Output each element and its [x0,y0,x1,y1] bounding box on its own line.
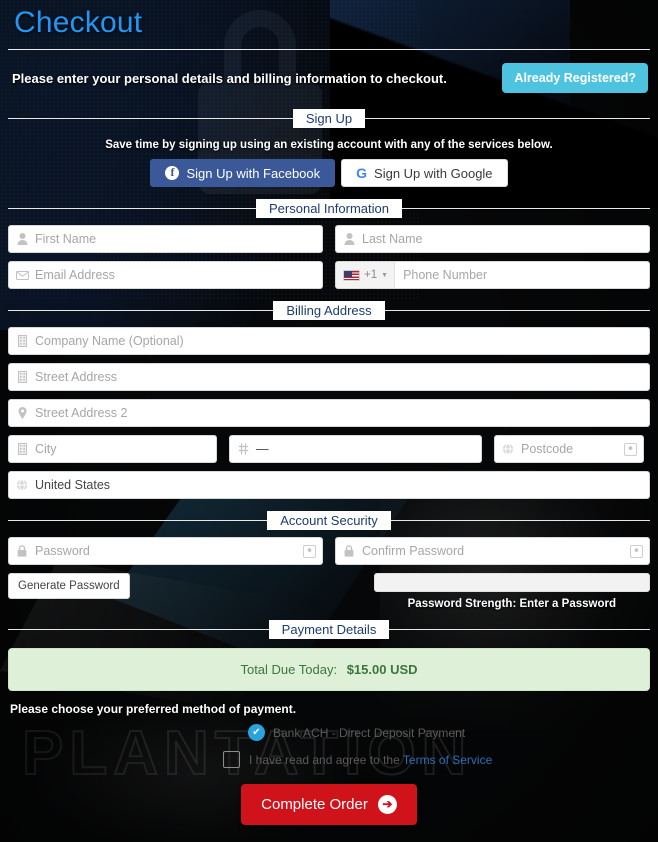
us-flag-icon [343,269,360,281]
radio-checked-icon: ✔ [248,724,265,741]
name-field-row: First Name Last Name [8,225,650,253]
section-label-personal-information: Personal Information [256,199,402,218]
section-divider-signup: Sign Up [8,109,650,128]
password-placeholder: Password [35,544,90,558]
password-strength-meter [373,573,650,592]
facebook-icon: f [165,166,180,180]
user-icon [9,233,35,245]
envelope-icon [9,270,35,280]
lock-icon [9,545,35,557]
autofill-key-icon[interactable]: ⁕ [624,442,637,456]
password-field-row: Password ⁕ Confirm Password ⁕ [8,537,650,565]
lock-icon [336,545,362,557]
terms-of-service-link[interactable]: Terms of Service [403,753,492,767]
first-name-placeholder: First Name [35,232,97,246]
section-divider-billing-address: Billing Address [8,301,650,320]
country-value: United States [35,478,111,492]
city-field[interactable]: City [8,435,217,463]
section-divider-payment-details: Payment Details [8,620,650,639]
password-tools-row: Generate Password Password Strength: Ent… [8,573,650,610]
country-field[interactable]: United States [8,471,650,499]
terms-agreement-row[interactable]: I have read and agree to the Terms of Se… [223,751,650,768]
street-address-field[interactable]: Street Address [8,363,650,391]
first-name-field[interactable]: First Name [8,225,323,253]
last-name-placeholder: Last Name [362,232,423,246]
google-icon: G [356,165,368,181]
street1-field-row: Street Address [8,363,650,391]
section-divider-account-security: Account Security [8,511,650,530]
city-state-postcode-row: City — Postcode ⁕ [8,435,650,463]
page-title: Checkout [14,6,143,39]
section-label-billing-address: Billing Address [273,301,385,320]
terms-label: I have read and agree to the Terms of Se… [249,753,492,767]
password-strength-text: Password Strength: Enter a Password [407,598,616,610]
intro-text: Please enter your personal details and b… [12,70,447,86]
company-name-placeholder: Company Name (Optional) [35,334,184,348]
terms-text: I have read and agree to the [249,752,400,767]
signup-google-label: Sign Up with Google [374,165,493,181]
generate-password-button[interactable]: Generate Password [8,573,130,599]
postcode-field[interactable]: Postcode ⁕ [494,435,644,463]
social-signup-row: f Sign Up with Facebook G Sign Up with G… [8,159,650,187]
signup-google-button[interactable]: G Sign Up with Google [341,159,508,187]
arrow-right-circle-icon: ➔ [377,795,397,814]
payment-method-bank-ach[interactable]: ✔ Bank ACH - Direct Deposit Payment [248,724,650,741]
postcode-placeholder: Postcode [521,442,574,456]
intro-row: Please enter your personal details and b… [8,50,650,105]
section-label-payment-details: Payment Details [268,620,390,639]
signup-facebook-button[interactable]: f Sign Up with Facebook [150,159,336,187]
country-field-row: United States [8,471,650,499]
section-label-account-security: Account Security [267,511,391,530]
building-icon [9,371,35,383]
complete-order-label: Complete Order [261,796,368,813]
complete-order-button[interactable]: Complete Order ➔ [241,784,417,825]
city-placeholder: City [35,442,57,456]
sliders-icon [230,443,256,455]
phone-dial-code: +1 [364,269,378,281]
last-name-field[interactable]: Last Name [335,225,650,253]
checkout-page: PLANTATION Checkout Please enter your pe… [0,0,658,842]
globe-icon [495,443,521,455]
state-value: — [256,442,269,456]
terms-checkbox[interactable] [223,751,240,768]
street2-field-row: Street Address 2 [8,399,650,427]
street-address-2-field[interactable]: Street Address 2 [8,399,650,427]
user-icon [336,233,362,245]
autofill-key-icon[interactable]: ⁕ [630,544,643,558]
section-divider-personal-information: Personal Information [8,199,650,218]
section-label-signup: Sign Up [292,109,366,128]
chevron-down-icon: ▼ [381,271,389,279]
state-field[interactable]: — [229,435,482,463]
payment-method-note: Please choose your preferred method of p… [10,702,297,716]
phone-country-selector[interactable]: +1 ▼ [336,262,396,288]
building-icon [9,335,35,347]
email-field[interactable]: Email Address [8,261,323,289]
contact-field-row: Email Address +1 ▼ Phone Number [8,261,650,289]
autofill-key-icon[interactable]: ⁕ [303,544,316,558]
signup-note: Save time by signing up using an existin… [105,139,553,151]
map-pin-icon [9,407,35,419]
payment-method-label: Bank ACH - Direct Deposit Payment [273,725,466,740]
confirm-password-field[interactable]: Confirm Password ⁕ [335,537,650,565]
phone-placeholder: Phone Number [403,268,488,282]
total-due-banner: Total Due Today: $15.00 USD [8,648,650,691]
complete-order-row: Complete Order ➔ [8,784,650,825]
street-address-placeholder: Street Address [35,370,117,384]
password-strength-section: Password Strength: Enter a Password [373,573,650,610]
password-field[interactable]: Password ⁕ [8,537,323,565]
globe-icon [9,479,35,491]
confirm-password-placeholder: Confirm Password [362,544,465,558]
street-address-2-placeholder: Street Address 2 [35,406,128,420]
already-registered-button[interactable]: Already Registered? [502,63,648,93]
building-icon [9,443,35,455]
phone-field[interactable]: +1 ▼ Phone Number [335,261,650,289]
total-due-label: Total Due Today: [240,662,338,677]
company-name-field[interactable]: Company Name (Optional) [8,327,650,355]
company-field-row: Company Name (Optional) [8,327,650,355]
signup-facebook-label: Sign Up with Facebook [186,165,321,181]
email-placeholder: Email Address [35,268,115,282]
total-due-amount: $15.00 USD [346,662,418,677]
